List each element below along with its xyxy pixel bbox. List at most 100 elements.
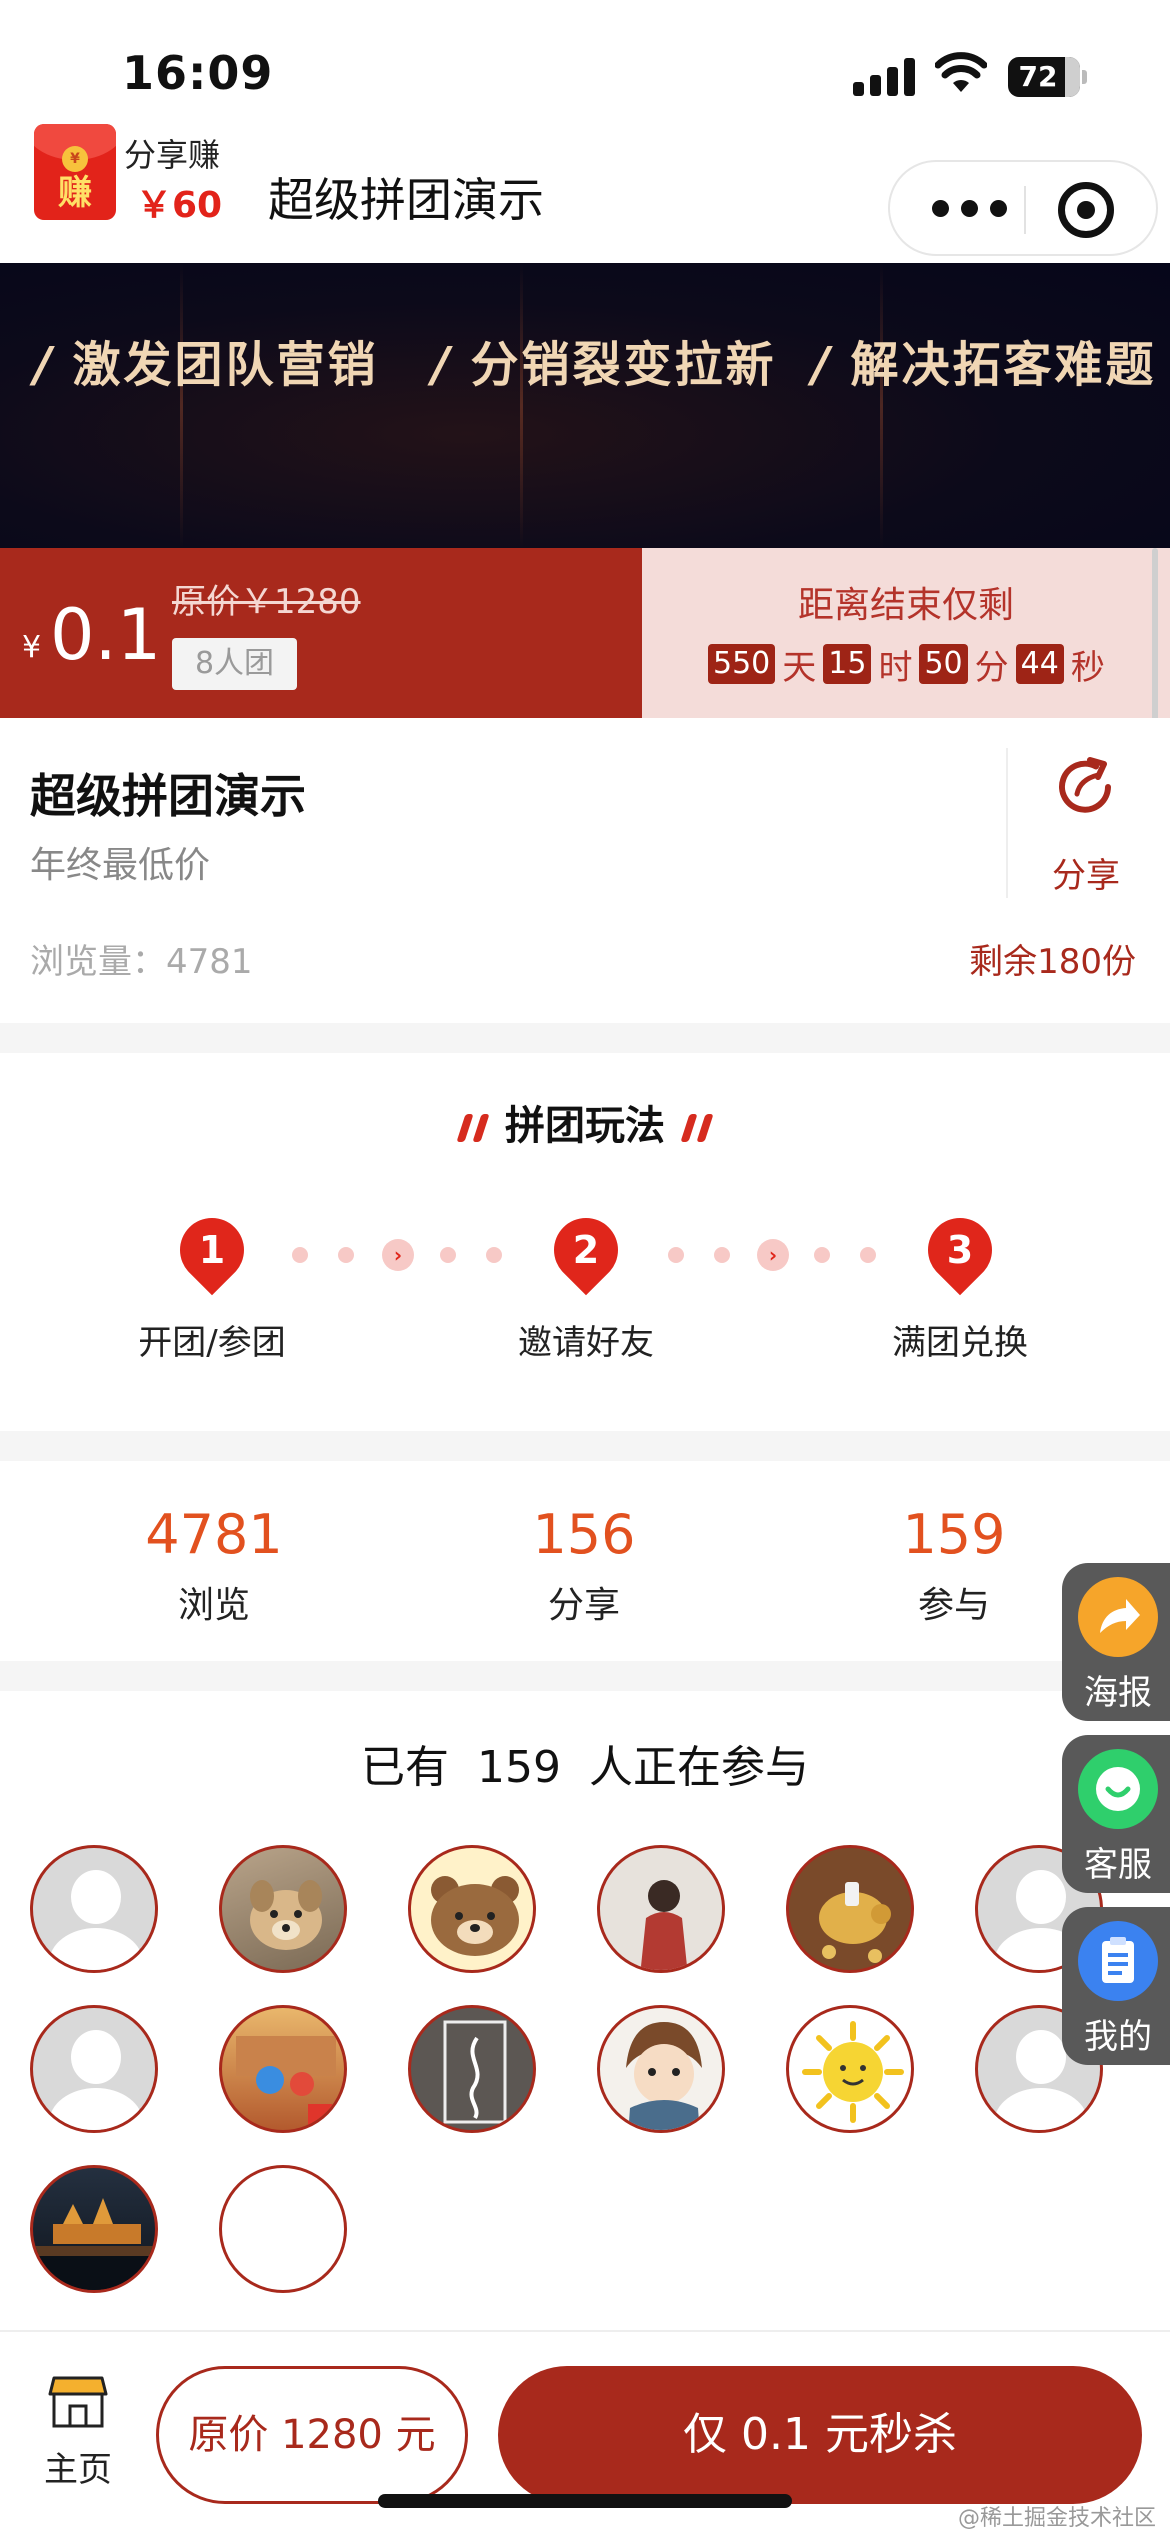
avatar[interactable] (30, 1845, 158, 1973)
countdown-panel: 距离结束仅剩 550 天 15 时 50 分 44 秒 (642, 548, 1170, 718)
capsule-menu (888, 160, 1158, 256)
progress-dot (668, 1247, 684, 1263)
section-gap (0, 1661, 1170, 1691)
banner-slogan: / 分销裂变拉新 (432, 337, 777, 393)
battery-level: 72 (1018, 60, 1058, 93)
price-bar: ¥ 0.1 原价￥1280 8人团 距离结束仅剩 550 天 15 时 50 分… (0, 548, 1170, 718)
countdown-hours: 15 (823, 644, 872, 684)
buy-original-price-button[interactable]: 原价 1280 元 (156, 2366, 468, 2504)
rules-title: 拼团玩法 (0, 1093, 1170, 1151)
stock-remaining: 剩余180份 (969, 942, 1136, 982)
home-indicator[interactable] (378, 2494, 792, 2508)
nav-bar: ¥ 赚 分享赚 ￥60 超级拼团演示 (0, 118, 1170, 263)
product-subtitle: 年终最低价 (30, 845, 211, 886)
poster-button[interactable]: 海报 (1062, 1563, 1170, 1721)
participants-section: 已有 159 人正在参与 (0, 1691, 1170, 2331)
progress-dot (714, 1247, 730, 1263)
avatar-empty-slot[interactable] (219, 2165, 347, 2293)
stat-value: 159 (902, 1503, 1006, 1566)
progress-dot (486, 1247, 502, 1263)
customer-service-button[interactable]: 客服 (1062, 1735, 1170, 1893)
countdown-title: 距离结束仅剩 (797, 585, 1014, 626)
countdown-days: 550 (708, 644, 776, 684)
share-earn-amount[interactable]: ￥60 (136, 176, 222, 228)
price-panel: ¥ 0.1 原价￥1280 8人团 (0, 548, 642, 718)
share-earn-label[interactable]: 分享赚 (124, 130, 220, 176)
avatar[interactable] (597, 1845, 725, 1973)
chevron-right-icon: › (382, 1239, 414, 1271)
avatar[interactable] (30, 2005, 158, 2133)
stat-label: 浏览 (177, 1585, 250, 1626)
share-arrow-icon (1078, 1577, 1158, 1657)
poster-label: 海报 (1084, 1673, 1152, 1713)
watermark: @稀土掘金技术社区 (957, 2506, 1156, 2531)
stat-participants: 159 参与 (834, 1503, 1074, 1628)
promo-banner: / 激发团队营销 / 分销裂变拉新 / 解决拓客难题 (0, 263, 1170, 548)
stats-panel: 4781 浏览 156 分享 159 参与 (0, 1461, 1170, 1661)
banner-slogan: / 激发团队营销 (34, 337, 379, 393)
avatar[interactable] (786, 2005, 914, 2133)
customer-service-label: 客服 (1084, 1845, 1152, 1885)
avatar[interactable] (597, 2005, 725, 2133)
chat-icon (1078, 1749, 1158, 1829)
step-label: 满团兑换 (892, 1323, 1028, 1363)
avatar[interactable] (786, 1845, 914, 1973)
flash-sale-button[interactable]: 仅 0.1 元秒杀 (498, 2366, 1142, 2504)
countdown-unit: 秒 (1070, 647, 1105, 688)
product-info: 超级拼团演示 年终最低价 浏览量：4781 剩余180份 分享 (0, 718, 1170, 1023)
progress-dot (292, 1247, 308, 1263)
avatar[interactable] (408, 2005, 536, 2133)
avatar[interactable] (408, 1845, 536, 1973)
red-packet-icon[interactable]: ¥ 赚 (34, 124, 116, 220)
step-label: 邀请好友 (518, 1323, 654, 1363)
view-count: 浏览量：4781 (30, 942, 253, 982)
countdown-timer: 550 天 15 时 50 分 44 秒 (708, 642, 1112, 688)
stat-label: 参与 (917, 1585, 990, 1626)
stat-value: 4781 (145, 1503, 283, 1566)
progress-dot (860, 1247, 876, 1263)
progress-dot (814, 1247, 830, 1263)
clipboard-icon (1078, 1921, 1158, 2001)
my-orders-button[interactable]: 我的 (1062, 1907, 1170, 2065)
close-miniprogram-icon[interactable] (1058, 182, 1114, 238)
chevron-right-icon: › (757, 1239, 789, 1271)
share-icon[interactable] (1052, 754, 1118, 820)
avatar[interactable] (219, 2005, 347, 2133)
store-icon[interactable] (48, 2374, 108, 2430)
divider (1006, 748, 1008, 898)
stat-views: 4781 浏览 (94, 1503, 334, 1628)
countdown-seconds: 44 (1015, 644, 1064, 684)
cellular-signal-icon (853, 58, 915, 96)
group-rules: 拼团玩法 1 开团/参团 › 2 邀请好友 › 3 满团兑换 (0, 1053, 1170, 1431)
status-bar: 16:09 72 (0, 0, 1170, 120)
stat-shares: 156 分享 (464, 1503, 704, 1628)
battery-icon: 72 (1008, 57, 1087, 97)
progress-dot (440, 1247, 456, 1263)
page-title: 超级拼团演示 (268, 173, 544, 227)
more-icon[interactable] (930, 192, 1010, 228)
red-packet-word: 赚 (58, 173, 92, 213)
home-tab[interactable]: 主页 (38, 2442, 118, 2491)
countdown-unit: 时 (878, 647, 913, 688)
avatar[interactable] (30, 2165, 158, 2293)
countdown-unit: 分 (974, 647, 1009, 688)
stat-value: 156 (532, 1503, 636, 1566)
step-number: 2 (572, 1228, 600, 1272)
banner-slogan: / 解决拓客难题 (812, 337, 1157, 393)
currency-symbol: ¥ (22, 630, 42, 665)
original-price: 原价￥1280 (172, 582, 361, 622)
progress-dot (338, 1247, 354, 1263)
step-number: 3 (946, 1228, 974, 1272)
step-label: 开团/参团 (138, 1323, 286, 1363)
countdown-minutes: 50 (919, 644, 968, 684)
stat-label: 分享 (547, 1585, 620, 1626)
share-button[interactable]: 分享 (1052, 848, 1132, 897)
countdown-unit: 天 (782, 647, 817, 688)
status-time: 16:09 (122, 46, 274, 100)
wifi-icon (935, 52, 987, 92)
section-gap (0, 1023, 1170, 1053)
group-size-badge: 8人团 (172, 638, 297, 690)
section-gap (0, 1431, 1170, 1461)
avatar[interactable] (219, 1845, 347, 1973)
step-number: 1 (198, 1228, 226, 1272)
